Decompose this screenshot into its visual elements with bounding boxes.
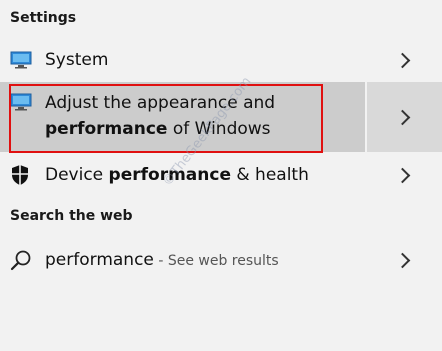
result-web-expand[interactable] <box>367 240 442 280</box>
result-adjust-expand[interactable] <box>365 82 442 152</box>
web-search-query: performance <box>45 250 154 270</box>
result-system-label: System <box>45 50 109 70</box>
web-header: Search the web <box>10 208 133 224</box>
result-device-performance[interactable]: Device performance & health <box>0 155 442 195</box>
shield-icon <box>12 165 28 185</box>
chevron-right-icon <box>394 52 411 68</box>
result-device-expand[interactable] <box>367 155 442 195</box>
result-device-prefix: Device <box>45 165 109 185</box>
result-device-rest: & health <box>230 165 309 185</box>
chevron-right-icon <box>394 167 411 183</box>
settings-header: Settings <box>10 10 77 26</box>
result-system-expand[interactable] <box>367 40 442 80</box>
result-system[interactable]: System <box>0 40 442 80</box>
web-search-suffix: - See web results <box>153 253 279 269</box>
result-adjust-line2: performance of Windows <box>45 119 271 139</box>
chevron-right-icon <box>394 109 411 125</box>
chevron-right-icon <box>394 252 411 268</box>
web-search-label: performance - See web results <box>45 250 279 270</box>
search-icon <box>10 250 31 271</box>
result-web-search[interactable]: performance - See web results <box>0 240 442 280</box>
monitor-icon <box>10 93 32 111</box>
monitor-icon <box>10 51 32 69</box>
result-adjust-keyword: performance <box>45 119 168 139</box>
